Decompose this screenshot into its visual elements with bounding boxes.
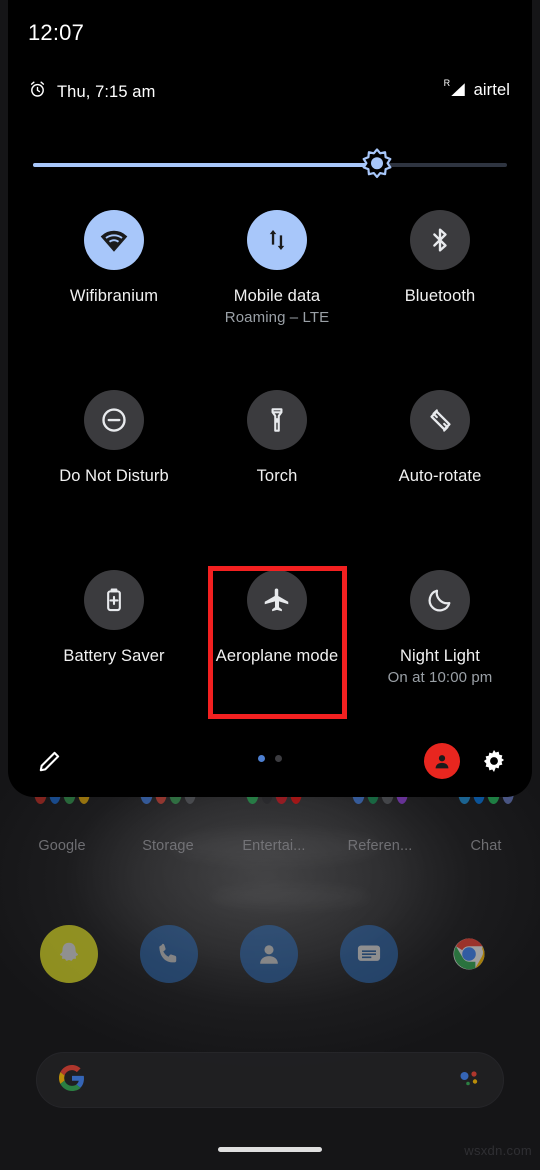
folder-label: Referen... xyxy=(347,838,413,854)
tile-row: Battery Saver Aeroplane mode Night Light On… xyxy=(8,570,532,750)
tile-label: Bluetooth xyxy=(404,287,476,305)
carrier-status: R airtel xyxy=(444,78,510,100)
phone-screen: Google Storage Entertai... Referen... Chat xyxy=(0,0,540,1170)
tile-aeroplane-mode[interactable]: Aeroplane mode xyxy=(197,570,357,667)
tile-row: Do Not Disturb Torch Auto-rotate xyxy=(8,390,532,570)
dock-app-chrome[interactable] xyxy=(440,925,498,983)
tile-label: Aeroplane mode xyxy=(215,647,339,665)
alarm-clock-icon xyxy=(28,80,47,104)
quick-settings-panel: 12:07 Thu, 7:15 am R airtel Wifibranium … xyxy=(8,0,532,797)
folder-icon-stack xyxy=(34,792,90,832)
tile-label: Do Not Disturb xyxy=(59,467,169,485)
tile-do-not-disturb[interactable]: Do Not Disturb xyxy=(34,390,194,487)
google-assistant-icon[interactable] xyxy=(457,1066,481,1095)
dock-app-contacts[interactable] xyxy=(240,925,298,983)
folder-icon-stack xyxy=(246,792,302,832)
page-dot[interactable] xyxy=(275,755,282,762)
google-search-bar[interactable] xyxy=(36,1052,504,1108)
tile-row: Wifibranium Mobile data Roaming – LTE Bluet… xyxy=(8,210,532,390)
tile-sublabel: Roaming – LTE xyxy=(224,309,330,327)
home-gesture-bar[interactable] xyxy=(218,1147,322,1152)
tile-label: Mobile data xyxy=(233,287,321,305)
moon-icon xyxy=(410,570,470,630)
tile-night-light[interactable]: Night Light On at 10:00 pm xyxy=(360,570,520,688)
user-avatar-icon[interactable] xyxy=(424,743,460,779)
tile-label: Night Light xyxy=(400,647,480,665)
tile-label: Torch xyxy=(256,467,298,485)
do-not-disturb-icon xyxy=(84,390,144,450)
dock-app-phone[interactable] xyxy=(140,925,198,983)
status-bar-clock: 12:07 xyxy=(28,20,85,45)
pencil-edit-icon[interactable] xyxy=(32,743,68,779)
folder-2[interactable]: Entertai... xyxy=(220,792,328,854)
brightness-slider[interactable] xyxy=(33,148,507,178)
folder-icon-stack xyxy=(352,792,408,832)
bluetooth-icon xyxy=(410,210,470,270)
tile-bluetooth[interactable]: Bluetooth xyxy=(360,210,520,307)
quick-settings-header: Thu, 7:15 am R airtel xyxy=(8,78,532,120)
quick-settings-tiles: Wifibranium Mobile data Roaming – LTE Bluet… xyxy=(8,210,532,750)
app-dock xyxy=(0,925,540,1001)
tile-auto-rotate[interactable]: Auto-rotate xyxy=(360,390,520,487)
tile-mobile-data[interactable]: Mobile data Roaming – LTE xyxy=(197,210,357,328)
watermark: wsxdn.com xyxy=(464,1143,532,1158)
folder-label: Entertai... xyxy=(242,838,306,854)
dock-app-messages[interactable] xyxy=(340,925,398,983)
dock-app-snapchat[interactable] xyxy=(40,925,98,983)
page-dot[interactable] xyxy=(258,755,265,762)
folder-3[interactable]: Referen... xyxy=(326,792,434,854)
brightness-sun-icon[interactable] xyxy=(359,147,395,183)
signal-bars-icon: R xyxy=(444,78,467,100)
carrier-name: airtel xyxy=(473,80,510,99)
flashlight-icon xyxy=(247,390,307,450)
brightness-fill xyxy=(33,163,370,167)
battery-plus-icon xyxy=(84,570,144,630)
airplane-icon xyxy=(247,570,307,630)
google-g-icon xyxy=(59,1064,85,1096)
folder-0[interactable]: Google xyxy=(8,792,116,854)
auto-rotate-icon xyxy=(410,390,470,450)
alarm-text: Thu, 7:15 am xyxy=(57,82,156,101)
tile-label: Auto-rotate xyxy=(398,467,482,485)
quick-settings-footer xyxy=(8,735,532,791)
folder-4[interactable]: Chat xyxy=(432,792,540,854)
app-folder-row: Google Storage Entertai... Referen... Chat xyxy=(0,792,540,858)
folder-1[interactable]: Storage xyxy=(114,792,222,854)
gear-icon[interactable] xyxy=(476,743,512,779)
folder-icon-stack xyxy=(458,792,514,832)
tile-torch[interactable]: Torch xyxy=(197,390,357,487)
tile-sublabel: On at 10:00 pm xyxy=(387,669,493,687)
folder-label: Google xyxy=(38,838,86,854)
wifi-icon xyxy=(84,210,144,270)
page-indicator xyxy=(258,755,282,762)
folder-label: Storage xyxy=(142,838,194,854)
status-bar: 12:07 xyxy=(8,0,532,66)
folder-label: Chat xyxy=(470,838,502,854)
tile-battery-saver[interactable]: Battery Saver xyxy=(34,570,194,667)
tile-wifi[interactable]: Wifibranium xyxy=(34,210,194,307)
folder-icon-stack xyxy=(140,792,196,832)
tile-label: Wifibranium xyxy=(69,287,159,305)
mobile-data-icon xyxy=(247,210,307,270)
tile-label: Battery Saver xyxy=(63,647,165,665)
alarm-status[interactable]: Thu, 7:15 am xyxy=(28,80,155,104)
